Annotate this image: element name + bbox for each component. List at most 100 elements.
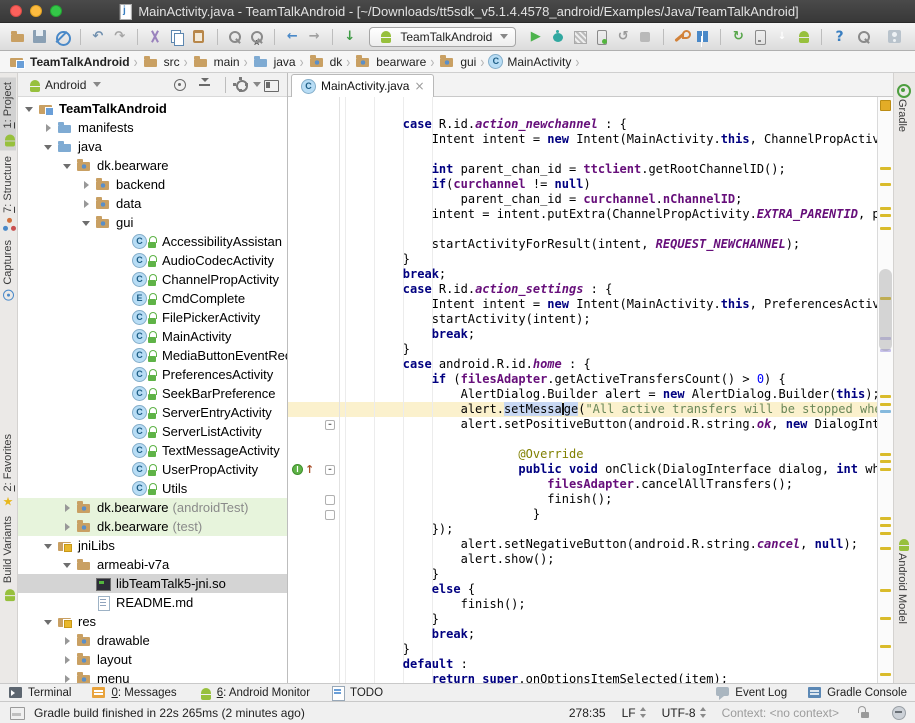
redo-button[interactable]: ↷	[109, 25, 130, 49]
toolwindow-toggle-icon[interactable]	[8, 704, 26, 722]
tree-item-res[interactable]: res	[18, 612, 287, 631]
tree-item-data[interactable]: data	[18, 194, 287, 213]
search-button[interactable]	[851, 25, 876, 49]
expand-arrow-icon[interactable]	[43, 119, 56, 137]
project-structure-button[interactable]	[692, 25, 713, 49]
tree-item-textmessageactivity[interactable]: CTextMessageActivity	[18, 441, 287, 460]
device-monitor-button[interactable]	[750, 25, 771, 49]
lock-open-icon[interactable]	[855, 704, 873, 722]
collapse-arrow-icon[interactable]	[43, 537, 56, 555]
caret-position[interactable]: 278:35	[569, 706, 606, 720]
line-separator-widget[interactable]: LF	[622, 706, 646, 720]
avatar-button[interactable]	[882, 25, 907, 49]
paste-button[interactable]	[189, 25, 210, 49]
tree-item-readme-md[interactable]: README.md	[18, 593, 287, 612]
error-stripe[interactable]	[877, 97, 893, 683]
find-button[interactable]	[224, 25, 245, 49]
expand-arrow-icon[interactable]	[81, 176, 94, 194]
tree-item-dk-bearware[interactable]: dk.bearware(test)	[18, 517, 287, 536]
fold-marker[interactable]: -	[325, 420, 335, 430]
breadcrumb-src[interactable]: src	[142, 53, 180, 71]
hector-icon[interactable]	[889, 704, 907, 722]
tool-button-2-favorites[interactable]: ★2: Favorites	[0, 429, 16, 513]
undo-button[interactable]: ↶	[87, 25, 108, 49]
breadcrumb-main[interactable]: main	[192, 53, 240, 71]
tree-item-userpropactivity[interactable]: CUserPropActivity	[18, 460, 287, 479]
tab-mainactivity[interactable]: C MainActivity.java ×	[291, 74, 434, 97]
expand-arrow-icon[interactable]	[81, 195, 94, 213]
toolwindow-button-todo[interactable]: TODO	[330, 685, 383, 700]
tool-button-1-project[interactable]: 1: Project	[0, 77, 16, 150]
encoding-widget[interactable]: UTF-8	[662, 706, 706, 720]
expand-arrow-icon[interactable]	[62, 632, 75, 650]
cut-button[interactable]	[145, 25, 166, 49]
toolwindow-button-gradle-console[interactable]: Gradle Console	[807, 685, 907, 700]
tree-item-seekbarpreference[interactable]: CSeekBarPreference	[18, 384, 287, 403]
expand-arrow-icon[interactable]	[62, 670, 75, 684]
debug-button[interactable]	[547, 25, 568, 49]
close-window-button[interactable]	[10, 5, 22, 17]
tree-item-armeabi-v7a[interactable]: armeabi-v7a	[18, 555, 287, 574]
tree-item-dk-bearware[interactable]: dk.bearware	[18, 156, 287, 175]
back-button[interactable]: ←	[282, 25, 303, 49]
tree-item-backend[interactable]: backend	[18, 175, 287, 194]
sdk-manager-button[interactable]: ↓	[772, 25, 793, 49]
fold-marker[interactable]	[325, 510, 335, 520]
sync-button[interactable]	[52, 25, 73, 49]
panel-settings-button[interactable]	[235, 75, 257, 95]
collapse-arrow-icon[interactable]	[62, 556, 75, 574]
help-button[interactable]: ?	[829, 25, 850, 49]
fold-marker[interactable]	[325, 495, 335, 505]
tree-item-manifests[interactable]: manifests	[18, 118, 287, 137]
tree-item-preferencesactivity[interactable]: CPreferencesActivity	[18, 365, 287, 384]
tree-item-mediabuttoneventrec[interactable]: CMediaButtonEventRec	[18, 346, 287, 365]
tree-item-teamtalkandroid[interactable]: TeamTalkAndroid	[18, 99, 287, 118]
replace-button[interactable]: A	[246, 25, 267, 49]
collapse-arrow-icon[interactable]	[43, 138, 56, 156]
tool-button-gradle[interactable]: Gradle	[894, 77, 910, 137]
zoom-window-button[interactable]	[50, 5, 62, 17]
tree-item-jnilibs[interactable]: jniLibs	[18, 536, 287, 555]
implements-method-icon[interactable]: I	[292, 464, 303, 475]
tree-item-serverlistactivity[interactable]: CServerListActivity	[18, 422, 287, 441]
breadcrumb-gui[interactable]: gui	[438, 53, 476, 71]
compile-button[interactable]: ↓	[339, 25, 360, 49]
tree-item-channelpropactivity[interactable]: CChannelPropActivity	[18, 270, 287, 289]
locate-file-button[interactable]	[169, 75, 191, 95]
breadcrumb-mainactivity[interactable]: CMainActivity	[488, 54, 571, 69]
fold-marker[interactable]: -	[325, 465, 335, 475]
collapse-arrow-icon[interactable]	[43, 613, 56, 631]
gradle-sync-button[interactable]: ↻	[728, 25, 749, 49]
tool-button-build-variants[interactable]: Build Variants	[0, 511, 16, 605]
breadcrumb-teamtalkandroid[interactable]: TeamTalkAndroid	[8, 53, 130, 71]
tree-item-audiocodecactivity[interactable]: CAudioCodecActivity	[18, 251, 287, 270]
open-folder-button[interactable]	[8, 25, 29, 49]
restart-button[interactable]: ↺	[613, 25, 634, 49]
toolwindow-button-6-android-monitor[interactable]: 6: Android Monitor	[197, 685, 310, 700]
code-editor[interactable]: case R.id.action_newchannel : {Intent in…	[340, 97, 877, 683]
tree-item-drawable[interactable]: drawable	[18, 631, 287, 650]
breadcrumb-bearware[interactable]: bearware	[354, 53, 426, 71]
toolwindow-button-event-log[interactable]: Event Log	[715, 685, 787, 700]
tree-item-serverentryactivity[interactable]: CServerEntryActivity	[18, 403, 287, 422]
wrench-button[interactable]	[670, 25, 691, 49]
tree-item-cmdcomplete[interactable]: ECmdComplete	[18, 289, 287, 308]
tree-item-utils[interactable]: CUtils	[18, 479, 287, 498]
project-view-selector[interactable]: Android	[23, 77, 104, 92]
inspection-indicator[interactable]	[880, 100, 891, 111]
tree-item-accessibilityassistan[interactable]: CAccessibilityAssistan	[18, 232, 287, 251]
context-widget[interactable]: Context: <no context>	[722, 706, 839, 720]
tree-item-gui[interactable]: gui	[18, 213, 287, 232]
close-icon[interactable]: ×	[414, 79, 424, 93]
copy-button[interactable]	[167, 25, 188, 49]
tool-button-7-structure[interactable]: 7: Structure	[0, 151, 16, 235]
coverage-button[interactable]	[569, 25, 590, 49]
collapse-arrow-icon[interactable]	[24, 100, 37, 118]
tool-button-captures[interactable]: Captures	[0, 235, 16, 307]
collapse-arrow-icon[interactable]	[62, 157, 75, 175]
breadcrumb-dk[interactable]: dk	[308, 53, 343, 71]
collapse-all-button[interactable]	[194, 75, 216, 95]
save-button[interactable]	[30, 25, 51, 49]
collapse-arrow-icon[interactable]	[81, 214, 94, 232]
tree-item-java[interactable]: java	[18, 137, 287, 156]
